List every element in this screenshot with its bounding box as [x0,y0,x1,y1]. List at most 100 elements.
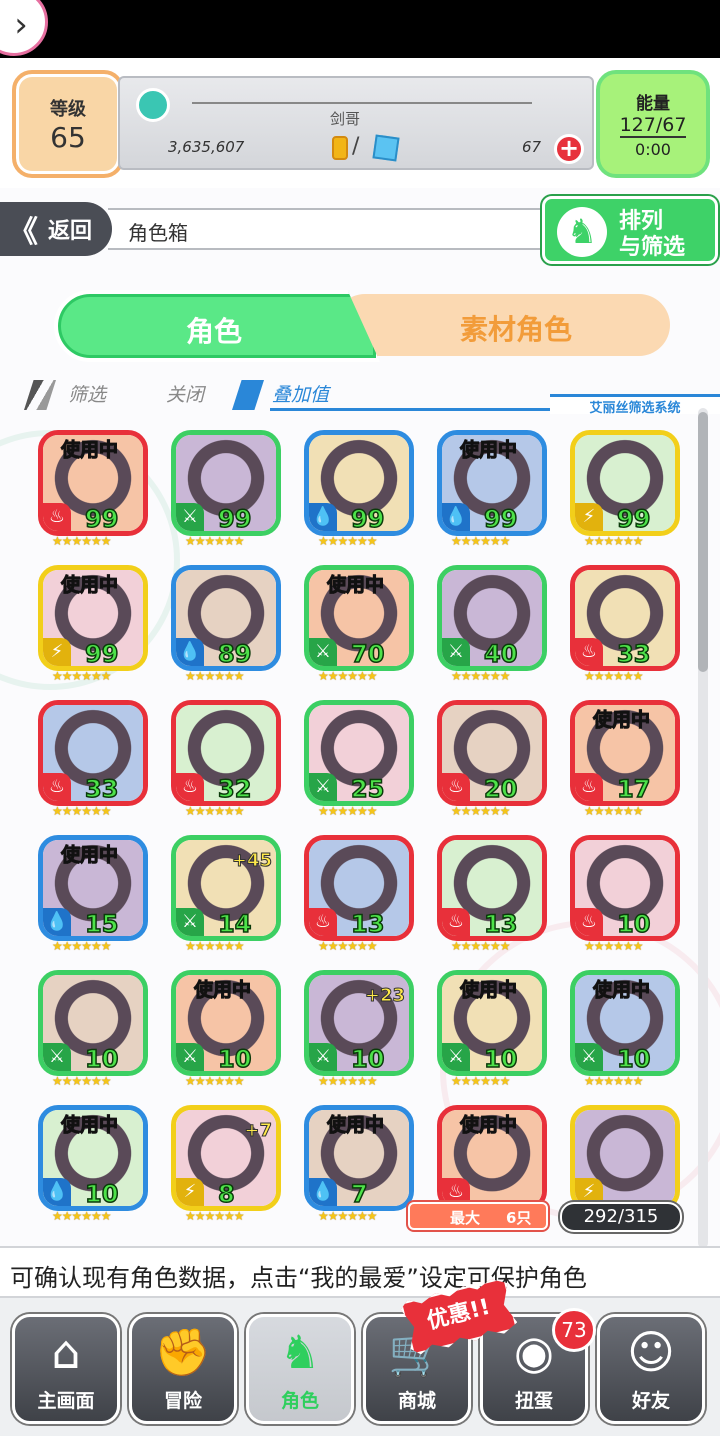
character-card[interactable]: ⚡ 8 +7 ★★★★★★ [169,1103,285,1227]
crystal-icon [372,134,400,162]
in-use-label: 使用中 [326,1114,385,1137]
character-card[interactable]: ⚡ 99 ★★★★★★ [568,428,684,552]
character-card[interactable]: ⚔ 10 使用中 ★★★★★★ [568,968,684,1092]
character-card[interactable]: ⚔ 25 ★★★★★★ [302,698,418,822]
energy-value: 127/67 [619,114,687,138]
filter-off-toggle[interactable]: 关闭 [166,380,204,407]
tab-material-characters[interactable]: 素材角色 [334,294,670,356]
character-card[interactable]: ⚔ 10 +23 ★★★★★★ [302,968,418,1092]
nav-item-2[interactable]: ♞ 角色 [246,1314,354,1424]
character-card[interactable]: ♨ 10 ★★★★★★ [568,833,684,957]
character-portrait-frame: 💧 10 使用中 [38,1105,148,1211]
character-portrait-frame: ♨ 13 [304,835,414,941]
character-level: 15 [84,909,119,938]
breadcrumb: 角色箱 [108,208,588,250]
character-level: 33 [616,639,651,668]
character-card[interactable]: ⚡ 99 使用中 ★★★★★★ [36,563,152,687]
character-card[interactable]: 💧 99 ★★★★★★ [302,428,418,552]
character-portrait-frame: 💧 99 使用中 [437,430,547,536]
character-card[interactable]: ♨ 13 ★★★★★★ [435,833,551,957]
add-stones-button[interactable]: + [554,134,584,164]
rarity-stars: ★★★★★★ [451,1074,511,1088]
back-button[interactable]: 《 返回 [0,202,112,256]
character-level: 10 [616,909,651,938]
wood-element-icon: ⚔ [176,908,204,936]
rarity-stars: ★★★★★★ [185,1209,245,1223]
in-use-label: 使用中 [459,439,518,462]
rarity-stars: ★★★★★★ [318,1209,378,1223]
wood-element-icon: ⚔ [309,1043,337,1071]
wood-element-icon: ⚔ [575,1043,603,1071]
tab-characters[interactable]: 角色 [54,290,380,362]
character-portrait-frame: 💧 89 [171,565,281,671]
rarity-stars: ★★★★★★ [52,804,112,818]
rarity-stars: ★★★★★★ [185,804,245,818]
energy-badge: 能量 127/67 0:00 [596,70,710,178]
rarity-stars: ★★★★★★ [318,1074,378,1088]
in-use-label: 使用中 [60,439,119,462]
character-portrait-frame: ⚔ 70 使用中 [304,565,414,671]
character-card[interactable]: ♨ 99 使用中 ★★★★★★ [36,428,152,552]
double-chevron-left-icon: 《 [8,215,38,250]
handshake-icon: ✊ [154,1325,212,1379]
nav-item-label: 主画面 [37,1390,95,1412]
character-level: 13 [483,909,518,938]
player-status-header: 等级 65 剑哥 3,635,607 / 67 + 能量 127/67 0:00 [0,58,720,188]
character-card[interactable]: ♨ 13 ★★★★★★ [302,833,418,957]
character-card[interactable]: ⚔ 10 使用中 ★★★★★★ [435,968,551,1092]
character-card[interactable]: ⚔ 99 ★★★★★★ [169,428,285,552]
character-portrait-frame: ♨ 32 [171,700,281,806]
in-use-label: 使用中 [60,574,119,597]
character-level: 8 [217,1179,235,1208]
character-portrait-frame: ⚔ 10 使用中 [171,970,281,1076]
in-use-label: 使用中 [60,844,119,867]
in-use-label: 使用中 [60,1114,119,1137]
coin-icon [332,136,348,160]
character-portrait-frame: ⚔ 40 [437,565,547,671]
rarity-stars: ★★★★★★ [318,804,378,818]
sort-label-line2: 与筛选 [619,235,686,260]
character-card[interactable]: ⚔ 40 ★★★★★★ [435,563,551,687]
character-card[interactable]: ♨ 33 ★★★★★★ [568,563,684,687]
wood-element-icon: ⚔ [176,1043,204,1071]
character-level: 89 [217,639,252,668]
character-level: 10 [616,1044,651,1073]
character-card[interactable]: 💧 7 使用中 ★★★★★★ [302,1103,418,1227]
in-use-label: 使用中 [326,574,385,597]
character-card[interactable]: 💧 89 ★★★★★★ [169,563,285,687]
character-portrait-frame: ♨ 13 [437,835,547,941]
light-element-icon: ⚡ [575,503,603,531]
character-level: 99 [217,504,252,533]
nav-item-1[interactable]: ✊ 冒险 [129,1314,237,1424]
stack-value-toggle[interactable]: 叠加值 [272,380,329,407]
max-label: 最大 [450,1209,481,1227]
character-card[interactable]: ⚔ 10 使用中 ★★★★★★ [169,968,285,1092]
sort-filter-button[interactable]: ♞ 排列 与筛选 [542,196,718,264]
scrollbar-thumb[interactable] [698,412,708,672]
nav-item-0[interactable]: ⌂ 主画面 [12,1314,120,1424]
character-portrait-frame: ⚔ 10 使用中 [437,970,547,1076]
character-card[interactable]: 💧 99 使用中 ★★★★★★ [435,428,551,552]
character-card[interactable]: ⚔ 10 ★★★★★★ [36,968,152,1092]
slash-decoration [24,380,56,410]
character-level: 99 [616,504,651,533]
system-bar [0,0,720,58]
player-info-bar: 剑哥 3,635,607 / 67 + [118,76,594,170]
character-level: 25 [350,774,385,803]
character-card[interactable]: 💧 10 使用中 ★★★★★★ [36,1103,152,1227]
character-card[interactable]: ♨ 17 使用中 ★★★★★★ [568,698,684,822]
tab-label: 角色 [186,315,243,348]
wood-element-icon: ⚔ [309,773,337,801]
scrollbar[interactable] [698,408,708,1248]
wood-element-icon: ⚔ [43,1043,71,1071]
character-card[interactable]: ♨ 32 ★★★★★★ [169,698,285,822]
character-card[interactable]: ♨ 20 ★★★★★★ [435,698,551,822]
filter-toggle[interactable]: 筛选 [68,380,106,407]
player-name: 剑哥 [330,110,361,128]
character-card[interactable]: 💧 15 使用中 ★★★★★★ [36,833,152,957]
nav-item-5[interactable]: ☺ 好友 [597,1314,705,1424]
energy-label: 能量 [636,94,670,114]
character-card[interactable]: ⚔ 70 使用中 ★★★★★★ [302,563,418,687]
character-card[interactable]: ⚔ 14 +45 ★★★★★★ [169,833,285,957]
character-card[interactable]: ♨ 33 ★★★★★★ [36,698,152,822]
